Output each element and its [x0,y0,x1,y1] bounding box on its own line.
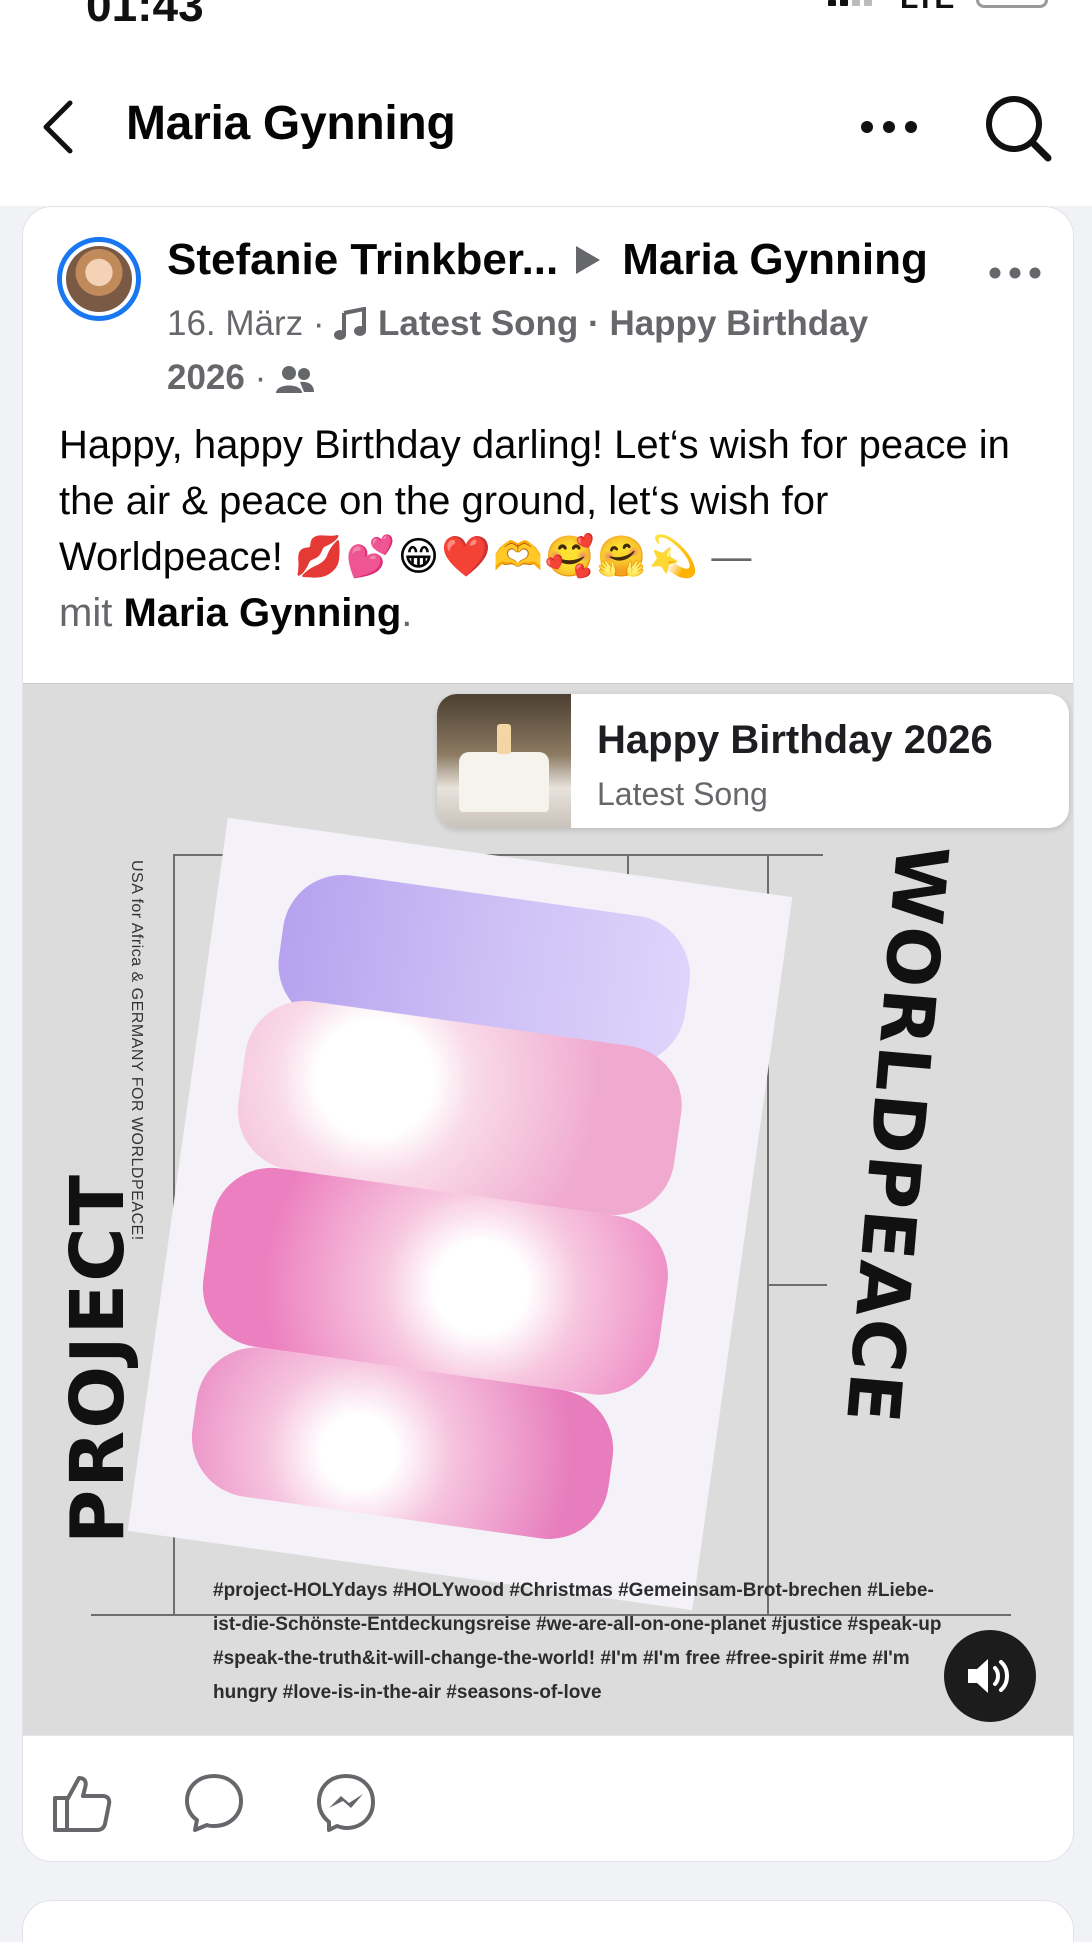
share-messenger-button[interactable] [315,1772,377,1834]
music-label[interactable]: Latest Song [378,304,578,343]
post-date[interactable]: 16. März [167,304,303,343]
top-bar: Maria Gynning [0,40,1092,206]
meta-separator-2: · [254,358,267,397]
meta-separator: · [312,304,325,343]
post-text-end: . [401,591,413,635]
post-names: Stefanie Trinkber... Maria Gynning [167,235,987,285]
song-card-title: Happy Birthday 2026 [597,718,993,762]
post-more-button[interactable] [985,253,1045,293]
post-header: Stefanie Trinkber... Maria Gynning 16. M… [167,235,987,405]
post-card: Stefanie Trinkber... Maria Gynning 16. M… [22,206,1074,1862]
more-dots-icon [861,121,917,133]
song-title-meta[interactable]: Happy Birthday [609,304,868,343]
comment-button[interactable] [183,1772,245,1834]
song-thumbnail [437,694,571,828]
status-time: 01:43 [86,0,204,31]
arrow-right-icon [576,246,601,274]
post-meta: 16. März · Latest Song · Happy Birthday … [167,304,869,397]
friends-icon [276,366,314,393]
volume-icon [968,1659,1009,1693]
song-year-meta[interactable]: 2026 [167,358,245,397]
search-icon [986,96,1052,162]
battery-icon [976,0,1048,8]
thumbs-up-icon [53,1776,112,1832]
network-type: LTE [900,0,954,16]
cover-hashtags: #project-HOLYdays #HOLYwood #Christmas #… [213,1580,942,1703]
page-title: Maria Gynning [126,97,456,150]
messenger-icon [317,1774,375,1832]
like-button[interactable] [51,1772,113,1834]
target-name[interactable]: Maria Gynning [622,235,928,285]
signal-icon [828,0,874,6]
post-text-mit: mit [59,591,124,635]
more-button[interactable] [856,102,922,152]
comment-icon [185,1774,243,1832]
tagged-person[interactable]: Maria Gynning [123,591,401,635]
avatar[interactable] [57,237,141,321]
song-card[interactable]: Happy Birthday 2026 Latest Song [437,694,1069,828]
more-dots-icon [989,267,1041,279]
status-bar: 01:43 LTE [0,0,1092,40]
search-button[interactable] [982,92,1054,164]
next-post-card [22,1900,1074,1942]
song-card-subtitle: Latest Song [597,776,768,812]
author-name[interactable]: Stefanie Trinkber... [167,235,558,285]
cover-worldpeace-text: WORLDPEACE [829,841,965,1428]
volume-button[interactable] [944,1630,1036,1722]
post-text-dash: — [700,535,752,579]
post-actions [23,1735,1073,1861]
post-text: Happy, happy Birthday darling! Let‘s wis… [59,417,1049,641]
post-media[interactable]: USA for Africa & GERMANY FOR WORLDPEACE!… [23,683,1073,1735]
post-emojis: 💋💕😁❤️🫶🥰🤗💫 [293,534,701,580]
back-button[interactable] [28,92,88,162]
cover-project-text: PROJECT [55,1173,141,1544]
album-cover [127,817,793,1611]
music-note-icon [334,306,367,340]
chevron-left-icon [43,100,73,154]
